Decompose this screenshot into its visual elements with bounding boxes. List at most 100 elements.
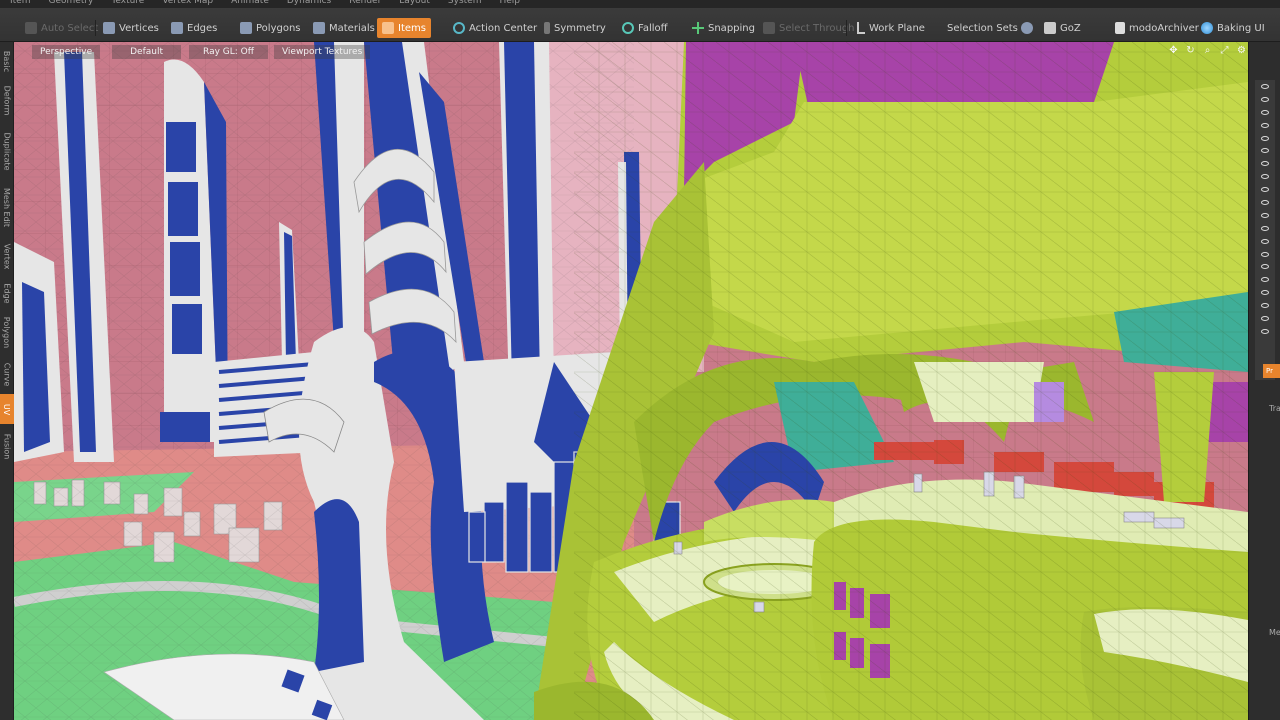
visibility-toggle[interactable]: [1255, 209, 1275, 222]
tab-deform[interactable]: Deform: [0, 80, 14, 120]
menu-item[interactable]: Geometry: [49, 0, 94, 8]
visibility-toggle[interactable]: [1255, 260, 1275, 273]
tab-uv[interactable]: UV: [0, 394, 14, 424]
vertices-label: Vertices: [119, 22, 159, 34]
menu-item[interactable]: Animate: [231, 0, 269, 8]
tab-fusion[interactable]: Fusion: [0, 428, 14, 464]
modo-archiver-button[interactable]: modoArchiver: [1110, 18, 1204, 38]
snapping-icon: [692, 22, 704, 34]
properties-tab[interactable]: Pr: [1263, 364, 1280, 378]
select-through-button[interactable]: Select Through: [758, 18, 860, 38]
tab-edge[interactable]: Edge: [0, 278, 14, 308]
materials-icon: [313, 22, 325, 34]
materials-button[interactable]: Materials: [308, 18, 380, 38]
tab-polygon[interactable]: Polygon: [0, 310, 14, 354]
zoom-icon[interactable]: ⌕: [1202, 45, 1213, 56]
visibility-toggle[interactable]: [1255, 286, 1275, 299]
visibility-toggle[interactable]: [1255, 248, 1275, 261]
menu-item[interactable]: Layout: [399, 0, 430, 8]
visibility-toggle[interactable]: [1255, 144, 1275, 157]
tab-curve[interactable]: Curve: [0, 358, 14, 390]
visibility-toggle[interactable]: [1255, 235, 1275, 248]
tab-label: Curve: [2, 362, 12, 386]
items-button[interactable]: Items: [377, 18, 431, 38]
selection-sets-button[interactable]: Selection Sets: [942, 18, 1023, 38]
toolbar: Auto Select Vertices Edges Polygons Mate…: [0, 8, 1280, 42]
visibility-toggle[interactable]: [1255, 132, 1275, 145]
work-plane-label: Work Plane: [869, 22, 925, 34]
selection-sets-label: Selection Sets: [947, 22, 1018, 34]
tab-mesh-edit[interactable]: Mesh Edit: [0, 182, 14, 232]
visibility-toggle[interactable]: [1255, 93, 1275, 106]
modo-archiver-label: modoArchiver: [1129, 22, 1199, 34]
falloff-label: Falloff: [638, 22, 668, 34]
visibility-toggle[interactable]: [1255, 183, 1275, 196]
visibility-toggle[interactable]: [1255, 222, 1275, 235]
symmetry-button[interactable]: Symmetry: [539, 18, 611, 38]
tab-vertex[interactable]: Vertex: [0, 238, 14, 274]
eye-icon: [1261, 212, 1269, 218]
select-through-label: Select Through: [779, 22, 855, 34]
visibility-toggle[interactable]: [1255, 299, 1275, 312]
eye-icon: [1261, 187, 1269, 193]
eye-icon: [1261, 174, 1269, 180]
snapping-button[interactable]: Snapping: [687, 18, 760, 38]
tab-label: Duplicate: [2, 131, 12, 171]
auto-select-button[interactable]: Auto Select: [20, 18, 103, 38]
visibility-toggle[interactable]: [1255, 170, 1275, 183]
auto-select-label: Auto Select: [41, 22, 99, 34]
view-mode-dropdown[interactable]: Perspective: [32, 45, 101, 59]
menu-item[interactable]: Render: [349, 0, 381, 8]
goz-icon: [1044, 22, 1056, 34]
eye-icon: [1261, 315, 1269, 321]
tab-label: Mesh Edit: [2, 187, 12, 227]
eye-icon: [1261, 161, 1269, 167]
tab-duplicate[interactable]: Duplicate: [0, 126, 14, 176]
move-view-icon[interactable]: ✥: [1168, 45, 1179, 56]
action-center-button[interactable]: Action Center: [448, 18, 542, 38]
3d-viewport[interactable]: [14, 42, 1248, 720]
visibility-toggle[interactable]: [1255, 80, 1275, 93]
goz-button[interactable]: GoZ: [1039, 18, 1086, 38]
work-plane-button[interactable]: Work Plane: [852, 18, 930, 38]
menu-item[interactable]: Texture: [111, 0, 144, 8]
baking-ui-label: Baking UI: [1217, 22, 1265, 34]
layout-button[interactable]: [1016, 18, 1038, 38]
polygons-label: Polygons: [256, 22, 301, 34]
menu-item[interactable]: Dynamics: [287, 0, 331, 8]
menu-item[interactable]: Vertex Map: [162, 0, 213, 8]
visibility-toggle[interactable]: [1255, 106, 1275, 119]
edges-button[interactable]: Edges: [166, 18, 222, 38]
visibility-toggle[interactable]: [1255, 273, 1275, 286]
visibility-toggle[interactable]: [1255, 312, 1275, 325]
shading-dropdown[interactable]: Default: [112, 45, 182, 59]
rotate-view-icon[interactable]: ↻: [1185, 45, 1196, 56]
tab-label: Vertex: [2, 243, 12, 269]
visibility-toggle[interactable]: [1255, 196, 1275, 209]
eye-icon: [1261, 225, 1269, 231]
menu-item[interactable]: Help: [499, 0, 520, 8]
baking-icon: [1201, 22, 1213, 34]
visibility-toggle[interactable]: [1255, 325, 1275, 338]
vertices-button[interactable]: Vertices: [98, 18, 164, 38]
gear-icon[interactable]: ⚙: [1236, 45, 1247, 56]
baking-ui-button[interactable]: Baking UI: [1196, 18, 1270, 38]
menu-item[interactable]: Item: [10, 0, 31, 8]
eye-icon: [1261, 96, 1269, 102]
ray-gl-toggle[interactable]: Ray GL: Off: [189, 45, 268, 59]
falloff-button[interactable]: Falloff: [617, 18, 673, 38]
menu-item[interactable]: System: [448, 0, 482, 8]
tab-label: Basic: [2, 50, 12, 72]
visibility-toggle[interactable]: [1255, 119, 1275, 132]
visibility-column: [1255, 80, 1275, 380]
eye-icon: [1261, 238, 1269, 244]
action-center-icon: [453, 22, 465, 34]
polygons-button[interactable]: Polygons: [235, 18, 306, 38]
materials-label: Materials: [329, 22, 375, 34]
tab-basic[interactable]: Basic: [0, 48, 14, 74]
eye-icon: [1261, 122, 1269, 128]
fit-icon[interactable]: ⤢: [1219, 45, 1230, 56]
eye-icon: [1261, 83, 1269, 89]
visibility-toggle[interactable]: [1255, 157, 1275, 170]
viewport-textures-button[interactable]: Viewport Textures: [273, 45, 371, 59]
